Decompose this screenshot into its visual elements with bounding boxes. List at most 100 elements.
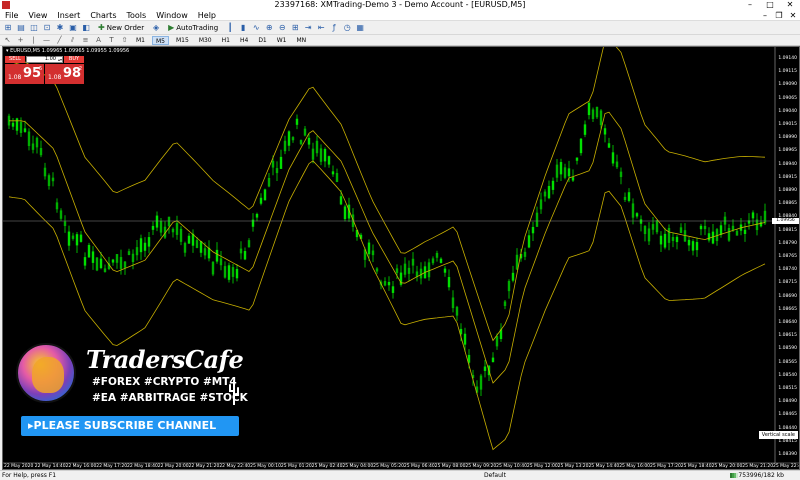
vertical-scale-tag[interactable]: Vertical scale [758, 431, 798, 439]
profiles-icon[interactable]: ▤ [16, 23, 26, 33]
label-icon[interactable]: T [107, 36, 116, 45]
buy-price-box[interactable]: 1.08 98 2 [45, 64, 84, 84]
time-axis-label: 25 May 14:40 [588, 464, 620, 469]
candle-body [539, 199, 543, 210]
candle-body [299, 140, 303, 145]
new-order-icon: ✚ [98, 22, 105, 32]
channel-icon[interactable]: ⫽ [68, 36, 77, 45]
terminal-icon[interactable]: ▣ [68, 23, 78, 33]
child-minimize-button[interactable]: – [758, 11, 772, 20]
price-axis-label: 1.08540 [778, 372, 797, 378]
candle-body [159, 220, 163, 233]
templates-icon[interactable]: ▦ [355, 23, 365, 33]
lot-spinner-icon[interactable]: ▴▾ [58, 57, 62, 62]
market-watch-icon[interactable]: ◫ [29, 23, 39, 33]
price-axis-label: 1.08815 [778, 227, 797, 233]
timeframe-h1[interactable]: H1 [219, 36, 233, 45]
menu-window[interactable]: Window [151, 10, 193, 21]
candle-body [27, 131, 31, 147]
timeframe-m15[interactable]: M15 [173, 36, 192, 45]
candle-body [291, 137, 295, 141]
candle-body [551, 180, 555, 190]
timeframe-m5[interactable]: M5 [152, 35, 169, 45]
navigator-icon[interactable]: ✱ [55, 23, 65, 33]
candle-body [639, 219, 643, 224]
text-icon[interactable]: A [94, 36, 103, 45]
child-close-button[interactable]: ✕ [786, 11, 800, 20]
indicators-icon[interactable]: ƒ [329, 23, 339, 33]
candle-body [691, 241, 695, 251]
time-axis-label: 22 May 21:20 [188, 464, 220, 469]
vertical-line-icon[interactable]: | [29, 36, 38, 45]
autotrading-label: AutoTrading [176, 23, 219, 32]
price-axis-label: 1.08490 [778, 399, 797, 405]
candle-body [323, 149, 327, 162]
bar-chart-icon[interactable]: ┃ [225, 23, 235, 33]
horizontal-line-icon[interactable]: — [42, 36, 51, 45]
child-restore-button[interactable]: ❐ [772, 11, 786, 20]
traderscafe-logo [16, 343, 76, 403]
strategy-tester-icon[interactable]: ◧ [81, 23, 91, 33]
menu-insert[interactable]: Insert [52, 10, 85, 21]
new-chart-icon[interactable]: ⊞ [3, 23, 13, 33]
candle-body [303, 128, 307, 136]
menu-charts[interactable]: Charts [85, 10, 121, 21]
candle-body [219, 258, 223, 266]
crosshair-icon[interactable]: + [16, 36, 25, 45]
candle-body [395, 268, 399, 273]
autotrading-button[interactable]: ▶ AutoTrading [164, 22, 222, 34]
close-button[interactable]: ✕ [780, 0, 800, 10]
candle-body [627, 192, 631, 201]
timeframe-m1[interactable]: M1 [133, 36, 148, 45]
new-order-button[interactable]: ✚ New Order [94, 22, 148, 34]
periods-icon[interactable]: ◷ [342, 23, 352, 33]
candle-body [651, 224, 655, 230]
candle-body [307, 137, 311, 145]
current-price-tag: 1.09956 [772, 218, 799, 224]
autoscroll-icon[interactable]: ⇥ [303, 23, 313, 33]
timeframe-w1[interactable]: W1 [274, 36, 290, 45]
candle-body [387, 281, 391, 286]
maximize-button[interactable]: □ [760, 0, 780, 10]
sell-button[interactable]: SELL [5, 56, 25, 63]
cursor-icon[interactable]: ↖ [3, 36, 12, 45]
status-bar: For Help, press F1 Default 753996/182 kb [0, 470, 800, 479]
candle-body [635, 213, 639, 217]
candle-body [331, 171, 335, 175]
drawing-toolbar: ↖ + | — ╱ ⫽ ≡ A T ⇧ M1 M5 M15 M30 H1 H4 … [0, 35, 800, 46]
zoom-in-icon[interactable]: ⊕ [264, 23, 274, 33]
autotrading-icon: ▶ [168, 22, 175, 32]
sell-price-box[interactable]: 1.08 95 6 [5, 64, 44, 84]
chart-window[interactable]: ▾ EURUSD,M5 1.09965 1.09965 1.09955 1.09… [2, 46, 800, 470]
trendline-icon[interactable]: ╱ [55, 36, 64, 45]
candlestick-icon[interactable]: ▮ [238, 23, 248, 33]
zoom-out-icon[interactable]: ⊖ [277, 23, 287, 33]
menu-view[interactable]: View [23, 10, 52, 21]
candle-body [763, 210, 767, 224]
candle-body [203, 248, 207, 256]
timeframe-m30[interactable]: M30 [196, 36, 215, 45]
menu-help[interactable]: Help [193, 10, 221, 21]
chart-shift-icon[interactable]: ⇤ [316, 23, 326, 33]
candle-body [667, 228, 671, 243]
timeframe-h4[interactable]: H4 [237, 36, 251, 45]
candle-body [559, 162, 563, 175]
fibonacci-icon[interactable]: ≡ [81, 36, 90, 45]
timeframe-d1[interactable]: D1 [255, 36, 269, 45]
data-window-icon[interactable]: ⊡ [42, 23, 52, 33]
buy-button[interactable]: BUY [64, 56, 84, 63]
lot-size-field[interactable]: 1.00 ▴▾ [26, 56, 63, 63]
candle-body [319, 148, 323, 162]
arrows-icon[interactable]: ⇧ [120, 36, 129, 45]
timeframe-mn[interactable]: MN [294, 36, 310, 45]
tile-windows-icon[interactable]: ⊞ [290, 23, 300, 33]
line-chart-icon[interactable]: ∿ [251, 23, 261, 33]
menu-tools[interactable]: Tools [121, 10, 151, 21]
lion-icon [32, 357, 64, 393]
candle-body [491, 357, 495, 363]
one-click-trading-panel: SELL 1.00 ▴▾ BUY 1.08 95 6 1.08 98 2 [5, 56, 84, 84]
minimize-button[interactable]: – [740, 0, 760, 10]
candle-body [403, 263, 407, 275]
metaeditor-icon[interactable]: ◈ [151, 23, 161, 33]
menu-file[interactable]: File [0, 10, 23, 21]
